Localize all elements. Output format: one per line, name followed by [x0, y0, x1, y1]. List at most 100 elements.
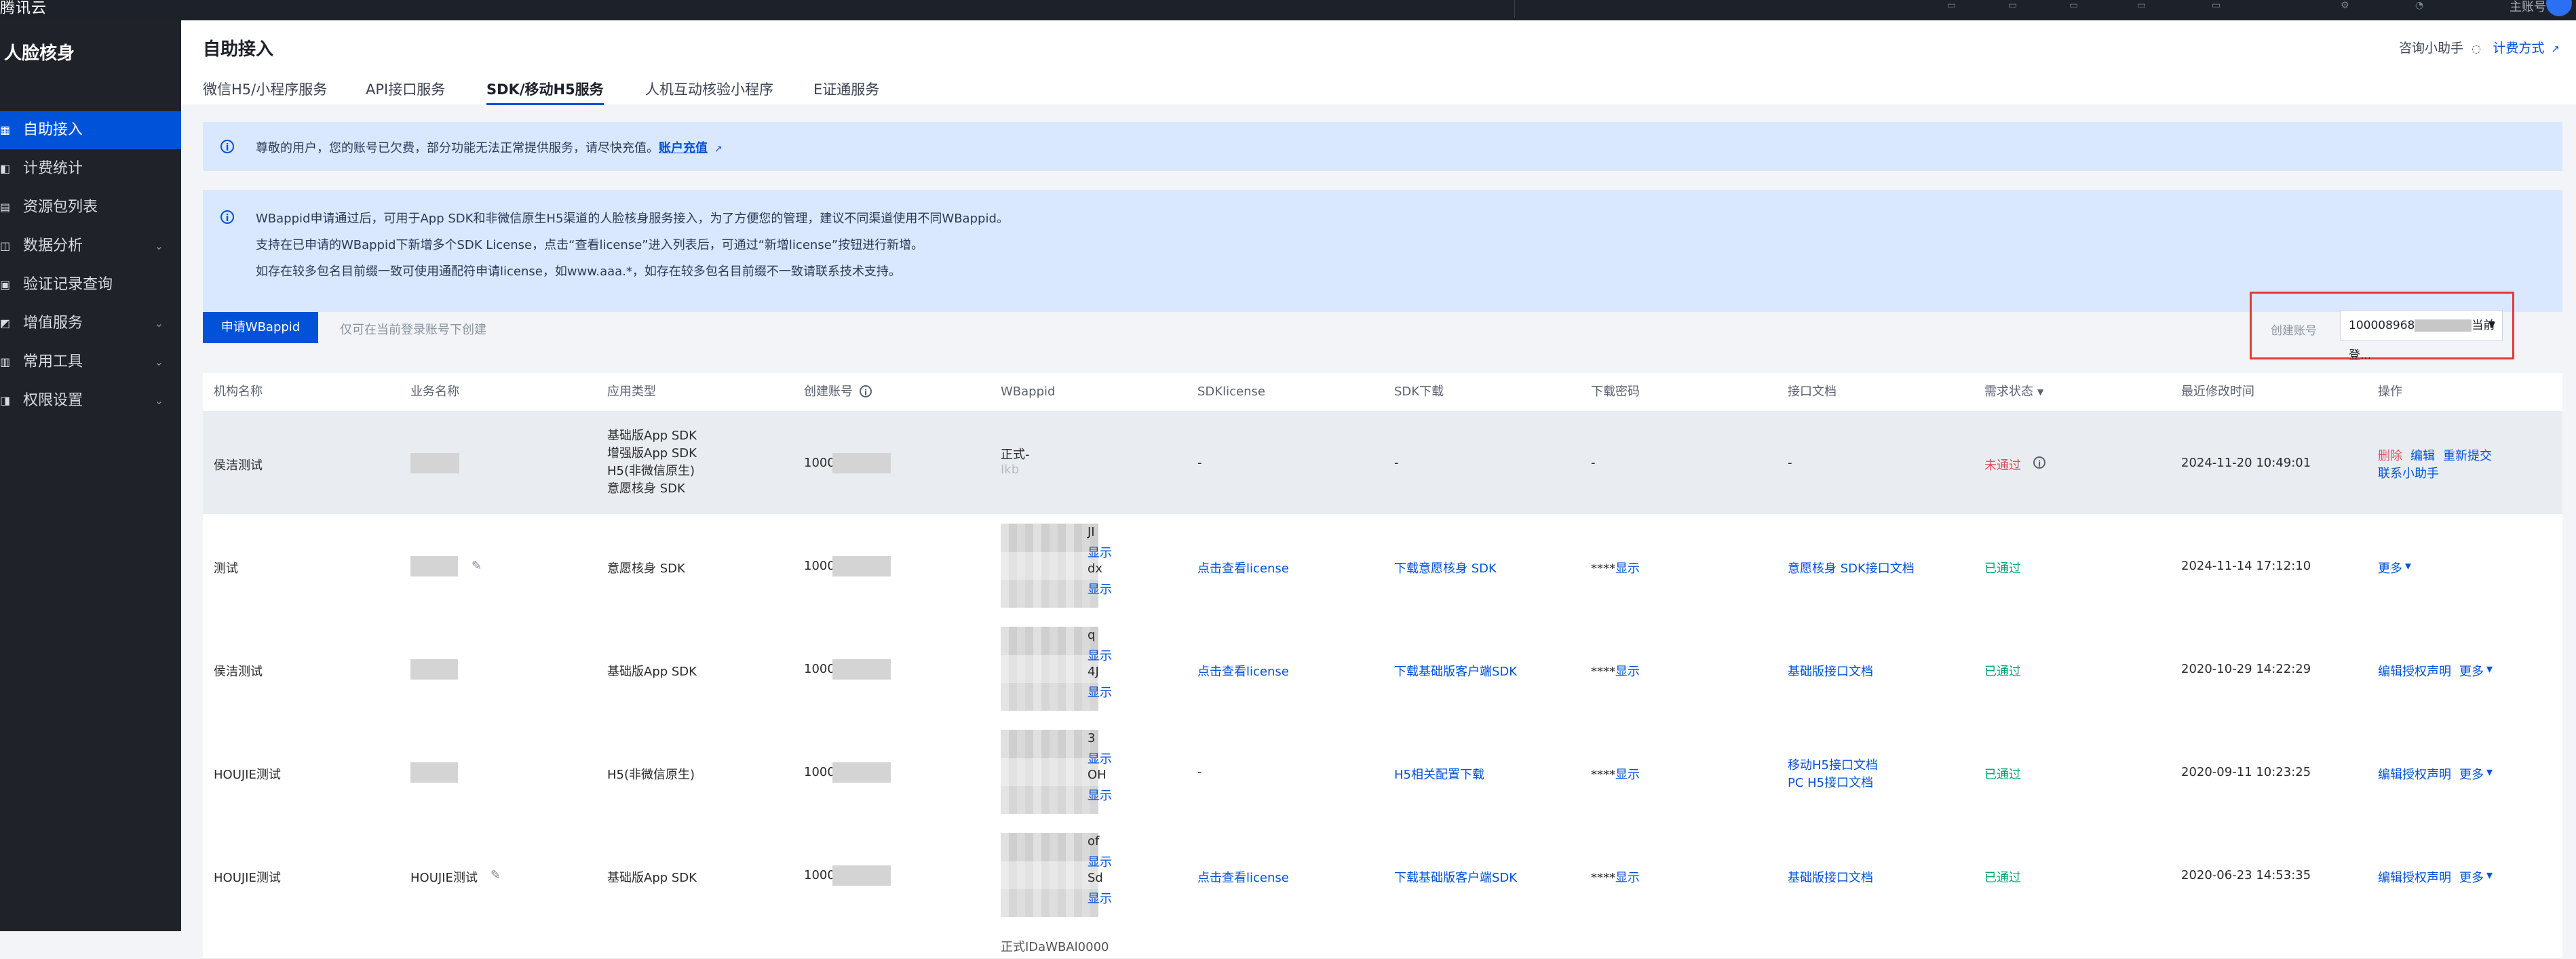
sdk-download-link[interactable]: 下载基础版客户端SDK: [1394, 662, 1517, 680]
billing-method-link[interactable]: 计费方式 ↗: [2493, 38, 2560, 56]
contact-helper-button[interactable]: 联系小助手: [2378, 464, 2439, 482]
password-mask: ****: [1591, 768, 1615, 782]
show-wbappid-link[interactable]: 显示: [1088, 543, 1112, 561]
edit-authorization-button[interactable]: 编辑授权声明: [2378, 662, 2451, 680]
sidebar-item-value-added[interactable]: ◩ 增值服务 ⌄: [0, 305, 181, 342]
show-password-link[interactable]: 显示: [1615, 665, 1640, 679]
sidebar-item-resource-packages[interactable]: ▤ 资源包列表: [0, 189, 181, 227]
column-header-wbappid: WBappid: [1001, 385, 1056, 399]
modified-time: 2020-06-23 14:53:35: [2181, 868, 2311, 882]
account-name[interactable]: 主账号: [2510, 0, 2546, 15]
info-icon[interactable]: i: [860, 385, 872, 397]
show-wbappid-link[interactable]: 显示: [1088, 853, 1112, 870]
sidebar-item-label: 自助接入: [23, 121, 83, 138]
wbappid-suffix: 4J: [1088, 665, 1099, 679]
cart-icon[interactable]: ▭: [1947, 0, 1970, 12]
edit-authorization-button[interactable]: 编辑授权声明: [2378, 868, 2451, 886]
sdk-download-link[interactable]: H5相关配置下载: [1394, 765, 1484, 783]
self-access-icon: ▦: [0, 123, 11, 136]
tab-interactive-miniprogram[interactable]: 人机互动核验小程序: [645, 76, 773, 103]
show-wbappid-link[interactable]: 显示: [1088, 749, 1112, 767]
wbappid-notice-line-3: 如存在较多包名目前缀一致可使用通配符申请license，如www.aaa.*，如…: [256, 265, 901, 279]
show-wbappid-link[interactable]: 显示: [1088, 580, 1112, 598]
consult-helper-link[interactable]: 咨询小助手 ◌: [2399, 38, 2481, 56]
more-dropdown[interactable]: 更多: [2459, 662, 2484, 680]
chevron-down-icon: ▾: [2486, 868, 2493, 882]
edit-icon[interactable]: ✎: [472, 559, 482, 573]
tab-api[interactable]: API接口服务: [366, 76, 445, 103]
sidebar-item-verify-records[interactable]: ▣ 验证记录查询: [0, 266, 181, 304]
edit-button[interactable]: 编辑: [2410, 446, 2435, 464]
sidebar-item-common-tools[interactable]: ▥ 常用工具 ⌄: [0, 343, 181, 381]
table-header: 机构名称 业务名称 应用类型 创建账号 WBappid SDKlicense SDK下载 下载…: [203, 373, 2562, 412]
sidebar-item-permissions[interactable]: ◨ 权限设置 ⌄: [0, 382, 181, 420]
common-tools-icon: ▥: [0, 355, 11, 368]
sdk-download-link[interactable]: 下载基础版客户端SDK: [1394, 868, 1517, 886]
api-doc-link[interactable]: PC H5接口文档: [1788, 773, 1873, 791]
api-doc-link[interactable]: 基础版接口文档: [1788, 868, 1873, 886]
api-doc-link[interactable]: 基础版接口文档: [1788, 662, 1873, 680]
info-icon[interactable]: i: [2033, 456, 2045, 469]
wbappid-label: 正式-: [1001, 448, 1030, 462]
show-password-link[interactable]: 显示: [1615, 871, 1640, 885]
brand-logo[interactable]: 腾讯云: [0, 0, 47, 18]
delete-button[interactable]: 删除: [2378, 446, 2402, 464]
table-row: HOUJIE测试 HOUJIE测试 ✎ 基础版App SDK 1000 of 显示 Sd 显示点…: [203, 823, 2562, 927]
tab-e-cert[interactable]: E证通服务: [813, 76, 879, 103]
app-type: 基础版App SDK: [607, 665, 697, 679]
api-doc-link[interactable]: 意愿核身 SDK接口文档: [1788, 559, 1915, 576]
document-icon[interactable]: ▭: [2008, 0, 2031, 12]
show-wbappid-link[interactable]: 显示: [1088, 683, 1112, 701]
account-filter-highlight: 创建账号 100008968 当前登... ▼: [2250, 292, 2514, 362]
settings-icon[interactable]: ⚙: [2341, 0, 2364, 12]
status-badge: 已通过: [1984, 871, 2021, 885]
recharge-link[interactable]: 账户充值: [659, 141, 708, 155]
chevron-down-icon: ▾: [2405, 559, 2412, 573]
show-password-link[interactable]: 显示: [1615, 562, 1640, 576]
page-header: 自助接入 咨询小助手 ◌ 计费方式 ↗ 微信H5/小程序服务 API接口服务 S…: [181, 20, 2576, 105]
global-search-input[interactable]: [1520, 0, 1845, 16]
apply-wbappid-button[interactable]: 申请WBappid: [203, 312, 318, 343]
show-wbappid-link[interactable]: 显示: [1088, 786, 1112, 804]
arrears-notice: i 尊敬的用户，您的账号已欠费，部分功能无法正常提供服务，请尽快充值。账户充值 …: [203, 122, 2562, 171]
column-header-download-password: 下载密码: [1591, 385, 1640, 399]
support-icon[interactable]: ▭: [2212, 0, 2235, 12]
more-dropdown[interactable]: 更多: [2459, 765, 2484, 783]
sidebar-item-data-analysis[interactable]: ◫ 数据分析 ⌄: [0, 227, 181, 265]
download-password: ****显示: [1591, 559, 1640, 576]
edit-icon[interactable]: ✎: [491, 868, 501, 882]
license-empty: -: [1197, 456, 1202, 470]
tab-sdk-mobile-h5[interactable]: SDK/移动H5服务: [486, 76, 604, 105]
app-type: 意愿核身 SDK: [607, 562, 685, 576]
view-license-link[interactable]: 点击查看license: [1197, 662, 1289, 680]
avatar[interactable]: [2546, 0, 2572, 16]
console-icon[interactable]: ▭: [2137, 0, 2160, 12]
license-empty: -: [1197, 765, 1202, 779]
view-license-link[interactable]: 点击查看license: [1197, 559, 1289, 576]
more-dropdown[interactable]: 更多: [2459, 868, 2484, 886]
app-type: 基础版App SDK: [607, 871, 697, 885]
wbappid-suffix: q: [1088, 628, 1096, 642]
view-license-link[interactable]: 点击查看license: [1197, 868, 1289, 886]
bell-icon[interactable]: ◔: [2415, 0, 2438, 12]
column-header-status[interactable]: 需求状态: [1984, 373, 2033, 411]
sdk-download-link[interactable]: 下载意愿核身 SDK: [1394, 559, 1497, 576]
show-password-link[interactable]: 显示: [1615, 768, 1640, 782]
verify-records-icon: ▣: [0, 278, 11, 291]
sidebar-item-billing-stats[interactable]: ◧ 计费统计: [0, 150, 181, 188]
show-wbappid-link[interactable]: 显示: [1088, 646, 1112, 664]
billing-method-label: 计费方式: [2493, 41, 2545, 56]
edit-authorization-button[interactable]: 编辑授权声明: [2378, 765, 2451, 783]
show-wbappid-link[interactable]: 显示: [1088, 889, 1112, 907]
password-empty: -: [1591, 456, 1596, 470]
app-type: 增强版App SDK: [607, 446, 697, 461]
tab-wechat-h5[interactable]: 微信H5/小程序服务: [203, 76, 327, 103]
sidebar-item-self-access[interactable]: ▦ 自助接入: [0, 111, 181, 149]
filter-icon[interactable]: ▼: [2037, 373, 2043, 411]
more-dropdown[interactable]: 更多: [2378, 559, 2402, 576]
column-header-sdk-license: SDKlicense: [1197, 385, 1265, 399]
api-doc-link[interactable]: 移动H5接口文档: [1788, 756, 1878, 773]
resubmit-button[interactable]: 重新提交: [2443, 446, 2492, 464]
account-select[interactable]: 100008968 当前登... ▼: [2340, 310, 2503, 362]
mail-icon[interactable]: ▭: [2069, 0, 2092, 12]
